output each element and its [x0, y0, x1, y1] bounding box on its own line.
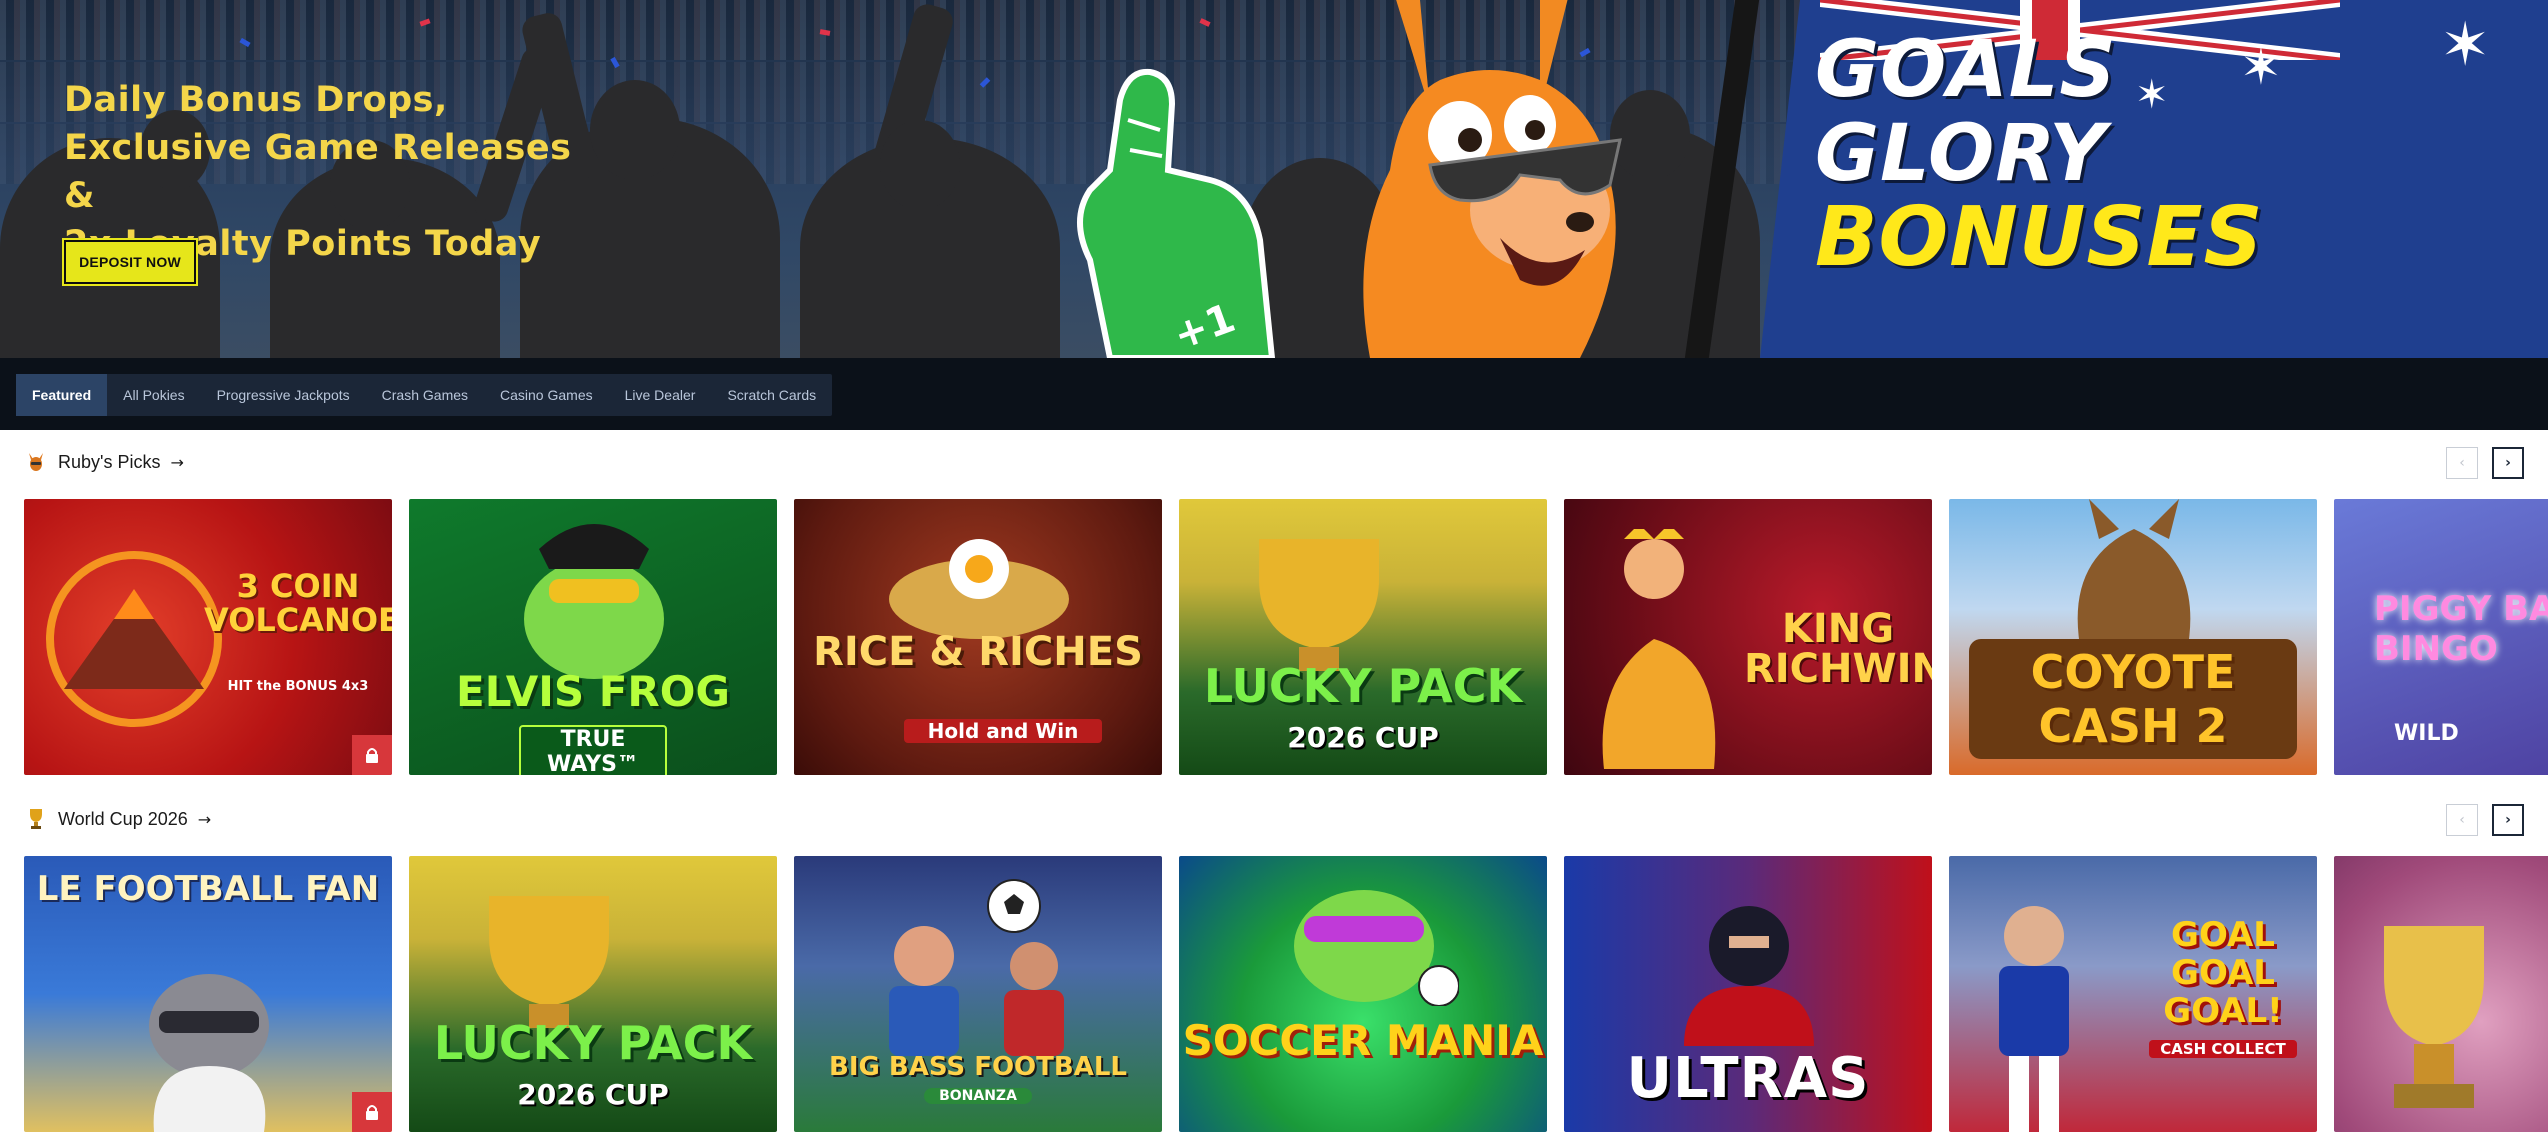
game-title: LUCKY PACK	[1203, 659, 1523, 713]
game-title: 3 COIN VOLCANOES	[204, 567, 392, 639]
game-title: LE FOOTBALL FAN	[36, 869, 380, 909]
ultras-fan-icon	[1684, 906, 1814, 1046]
game-tile[interactable]: SOCCER MANIA	[1179, 856, 1547, 1132]
raccoon-icon	[149, 974, 269, 1132]
game-tile[interactable]: BIG BASS FOOTBALL BONANZA	[794, 856, 1162, 1132]
rice-bowl-icon	[889, 539, 1069, 639]
game-tile[interactable]: LUCKY PACK 2026 CUP	[409, 856, 777, 1132]
carousel-prev-button[interactable]: ‹	[2446, 804, 2478, 836]
game-subtitle: HIT the BONUS 4x3	[227, 679, 369, 694]
deposit-now-button[interactable]: DEPOSIT NOW	[64, 240, 196, 284]
volcano-icon	[46, 551, 222, 727]
carousel-nav: ‹ ›	[2446, 447, 2524, 479]
section-header-world-cup-2026[interactable]: World Cup 2026 →	[24, 804, 211, 834]
tab-crash-games[interactable]: Crash Games	[366, 374, 484, 416]
game-title: COYOTE CASH 2	[1969, 639, 2297, 759]
promo-headline: GOALS GLORY BONUSES	[1815, 28, 2264, 280]
tab-live-dealer[interactable]: Live Dealer	[609, 374, 712, 416]
game-tile[interactable]: KING RICHWIN	[1564, 499, 1932, 775]
game-subtitle: 2026 CUP	[517, 1078, 669, 1111]
game-title: KING RICHWIN	[1744, 606, 1932, 692]
trophy-icon	[2384, 926, 2484, 1108]
elvis-frog-icon	[524, 524, 664, 679]
lock-icon	[352, 735, 392, 775]
game-title: ULTRAS	[1626, 1046, 1870, 1111]
trophy-icon	[24, 807, 48, 831]
game-subtitle: BONANZA	[924, 1088, 1032, 1104]
game-tile[interactable]: COYOTE CASH 2	[1949, 499, 2317, 775]
carousel-next-button[interactable]: ›	[2492, 447, 2524, 479]
hero-banner[interactable]: ✶ ✶ ✶ GOALS GLORY BONUSES +1 Daily Bonus…	[0, 0, 2548, 358]
game-carousel-rubys-picks: 3 COIN VOLCANOES HIT the BONUS 4x3 ELVIS…	[24, 499, 2548, 775]
footballer-icon	[1999, 906, 2069, 1132]
category-tabbar: Featured All Pokies Progressive Jackpots…	[0, 358, 2548, 430]
king-on-horse-icon	[1602, 529, 1716, 769]
game-tile[interactable]	[2334, 856, 2548, 1132]
carousel-next-button[interactable]: ›	[2492, 804, 2524, 836]
arrow-right-icon[interactable]: →	[170, 453, 183, 472]
fan-silhouette	[880, 120, 960, 210]
game-tile[interactable]: LUCKY PACK 2026 CUP	[1179, 499, 1547, 775]
category-tabs: Featured All Pokies Progressive Jackpots…	[16, 374, 833, 416]
footballers-icon	[889, 926, 1064, 1056]
section-title[interactable]: World Cup 2026	[58, 809, 188, 830]
fan-silhouette	[590, 80, 680, 180]
coyote-icon	[2077, 499, 2191, 639]
game-tile[interactable]: 3 COIN VOLCANOES HIT the BONUS 4x3	[24, 499, 392, 775]
game-subtitle: 2026 CUP	[1287, 721, 1439, 754]
game-tile[interactable]: LE FOOTBALL FAN	[24, 856, 392, 1132]
game-tile[interactable]: ELVIS FROG TRUE WAYS™	[409, 499, 777, 775]
tab-featured[interactable]: Featured	[16, 374, 108, 416]
kangaroo-mascot-icon	[1363, 0, 1622, 358]
headline-glory: GLORY	[1815, 109, 2107, 199]
hero-line-2: Exclusive Game Releases &	[64, 128, 572, 216]
hero-line-1: Daily Bonus Drops,	[64, 80, 448, 120]
kangaroo-icon	[24, 450, 48, 474]
game-subtitle: Hold and Win	[904, 719, 1102, 743]
lock-icon	[352, 1092, 392, 1132]
section-title[interactable]: Ruby's Picks	[58, 452, 160, 473]
game-tile[interactable]: ULTRAS	[1564, 856, 1932, 1132]
game-title: SOCCER MANIA	[1182, 1016, 1544, 1065]
game-subtitle: TRUE WAYS™	[519, 725, 667, 775]
tab-scratch-cards[interactable]: Scratch Cards	[711, 374, 832, 416]
game-subtitle: WILD	[2394, 721, 2459, 746]
game-carousel-world-cup-2026: LE FOOTBALL FAN LUCKY PACK 2026 CUP BIG	[24, 856, 2548, 1132]
trophy-icon	[1259, 539, 1379, 671]
game-title: PIGGY BANK BINGO	[2374, 589, 2548, 669]
headline-bonuses: BONUSES	[1815, 190, 2264, 285]
game-title: GOAL GOAL GOAL!	[2163, 915, 2283, 1031]
carousel-prev-button[interactable]: ‹	[2446, 447, 2478, 479]
frog-icon	[1294, 890, 1459, 1006]
tab-progressive-jackpots[interactable]: Progressive Jackpots	[201, 374, 366, 416]
game-title: RICE & RICHES	[813, 629, 1143, 675]
tab-all-pokies[interactable]: All Pokies	[107, 374, 200, 416]
game-title: LUCKY PACK	[433, 1016, 753, 1070]
game-title: BIG BASS FOOTBALL	[829, 1052, 1127, 1082]
game-tile[interactable]: GOAL GOAL GOAL! CASH COLLECT	[1949, 856, 2317, 1132]
game-subtitle: CASH COLLECT	[2149, 1040, 2297, 1058]
headline-goals: GOALS	[1815, 25, 2117, 115]
game-title: ELVIS FROG	[456, 667, 730, 716]
game-tile[interactable]: PIGGY BANK BINGO WILD	[2334, 499, 2548, 775]
arrow-right-icon[interactable]: →	[198, 810, 211, 829]
trophy-icon	[489, 896, 609, 1028]
carousel-nav: ‹ ›	[2446, 804, 2524, 836]
section-header-rubys-picks[interactable]: Ruby's Picks →	[24, 447, 184, 477]
game-tile[interactable]: RICE & RICHES Hold and Win	[794, 499, 1162, 775]
foam-finger-icon: +1	[1077, 68, 1276, 358]
star-icon: ✶	[2440, 10, 2491, 80]
tab-casino-games[interactable]: Casino Games	[484, 374, 609, 416]
